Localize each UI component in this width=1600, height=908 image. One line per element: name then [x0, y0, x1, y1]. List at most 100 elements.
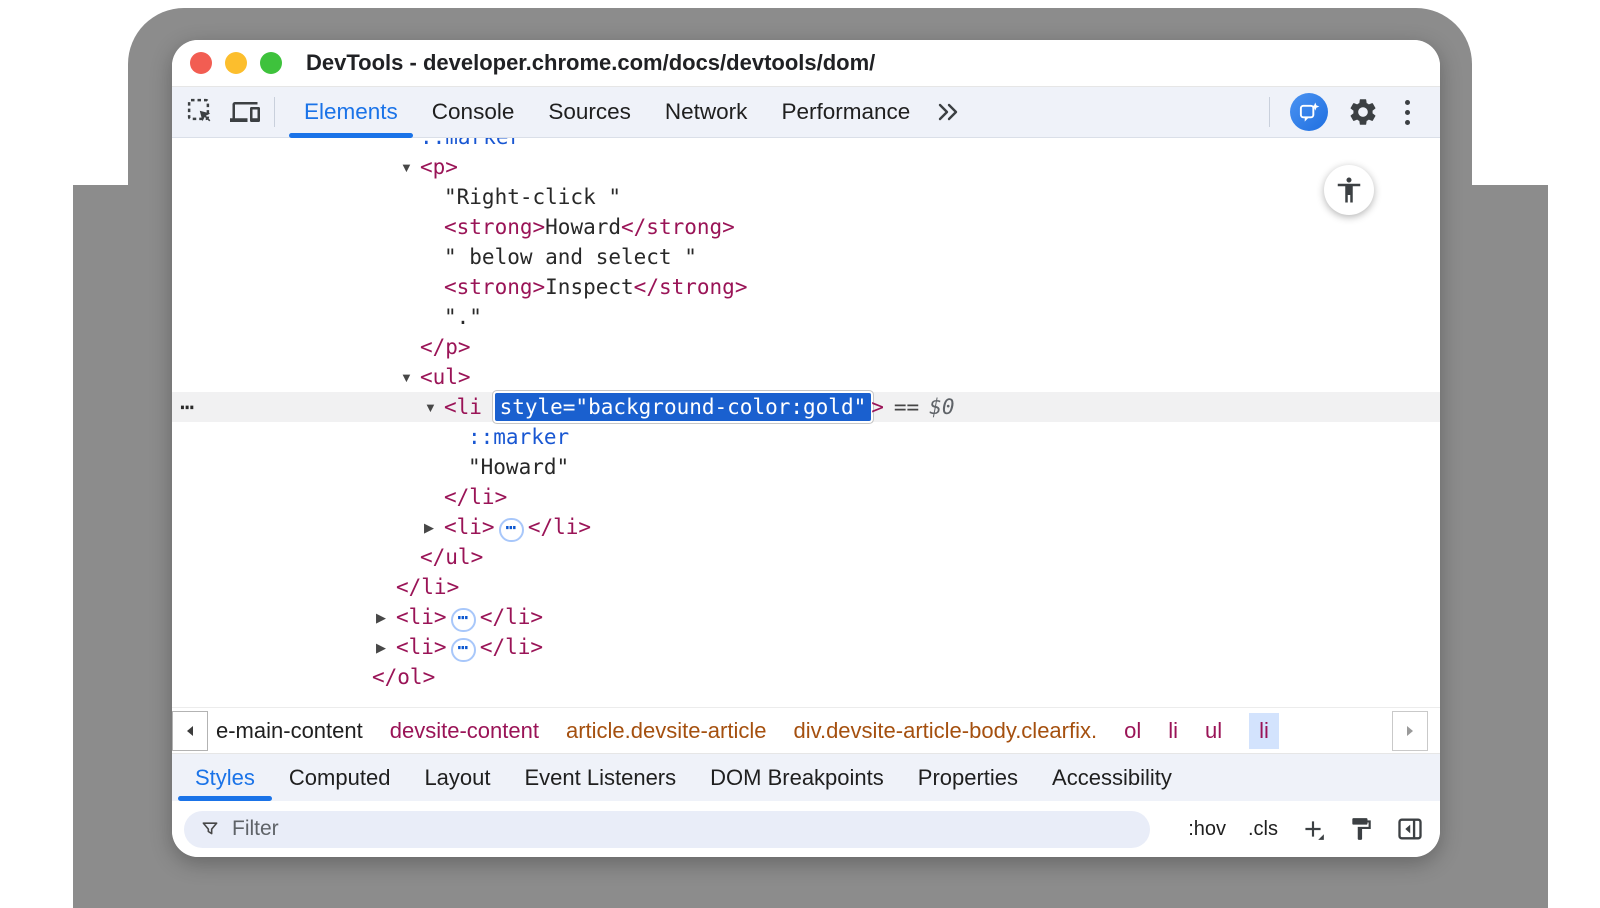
tree-row[interactable]: "Howard" [172, 452, 1440, 482]
toggle-sidebar-button[interactable] [1396, 815, 1424, 843]
tag-token: > [871, 395, 884, 419]
text-node: "Right-click " [444, 185, 621, 209]
sidebar-tab-layout[interactable]: Layout [407, 754, 507, 801]
sidebar-tab-dom-breakpoints[interactable]: DOM Breakpoints [693, 754, 901, 801]
text-node: Howard [545, 215, 621, 239]
device-toolbar-icon[interactable] [228, 95, 262, 129]
tree-row[interactable]: ▶<li>⋯</li> [172, 602, 1440, 632]
dom-tree: ::marker▼<p>"Right-click "<strong>Howard… [172, 138, 1440, 707]
selected-attribute-editor[interactable]: style="background-color:gold" [495, 393, 872, 421]
inspect-element-icon[interactable] [184, 95, 218, 129]
twisty-expanded-icon[interactable]: ▼ [400, 153, 420, 183]
sidebar-tab-computed[interactable]: Computed [272, 754, 408, 801]
tag-token: <li> [396, 605, 447, 629]
tag-token: <li> [396, 635, 447, 659]
tab-network[interactable]: Network [648, 87, 765, 137]
tag-token: </li> [444, 485, 507, 509]
ai-assistant-button[interactable] [1290, 93, 1328, 131]
expand-children-button[interactable]: ⋯ [451, 638, 476, 662]
more-options-kebab-icon[interactable] [1398, 100, 1416, 125]
console-reference: $0 [929, 395, 954, 419]
tree-row[interactable]: </li> [172, 482, 1440, 512]
twisty-collapsed-icon[interactable]: ▶ [424, 513, 444, 543]
tab-performance[interactable]: Performance [764, 87, 927, 137]
tree-row[interactable]: </p> [172, 332, 1440, 362]
toolbar-divider [1269, 97, 1270, 127]
new-style-rule-button[interactable] [1300, 816, 1326, 842]
tree-row[interactable]: ⋯▼<li style="background-color:gold">==$0 [172, 392, 1440, 422]
twisty-collapsed-icon[interactable]: ▶ [376, 603, 396, 633]
tree-row[interactable]: ::marker [172, 422, 1440, 452]
tree-row[interactable]: </ul> [172, 542, 1440, 572]
tree-row[interactable]: ▶<li>⋯</li> [172, 632, 1440, 662]
tree-row[interactable]: <strong>Inspect</strong> [172, 272, 1440, 302]
breadcrumb: e-main-content devsite-content article.dev… [172, 707, 1440, 753]
breadcrumb-item-div-devsite-article-body-clearfix[interactable]: div.devsite-article-body.clearfix. [793, 718, 1097, 744]
tree-row[interactable]: ::marker [172, 138, 1440, 152]
tag-token: </ul> [420, 545, 483, 569]
pseudo-element-token: ::marker [420, 138, 521, 149]
accessibility-fab[interactable] [1324, 165, 1374, 215]
tag-token: <li> [444, 515, 495, 539]
breadcrumb-item-ul[interactable]: ul [1205, 718, 1222, 744]
tree-row[interactable]: <strong>Howard</strong> [172, 212, 1440, 242]
sidebar-tab-accessibility[interactable]: Accessibility [1035, 754, 1189, 801]
zoom-button[interactable] [260, 52, 282, 74]
tree-row[interactable]: "." [172, 302, 1440, 332]
tag-token: <ul> [420, 365, 471, 389]
chevron-left-icon [183, 724, 197, 738]
minimize-button[interactable] [225, 52, 247, 74]
tree-row[interactable]: ▼<ul> [172, 362, 1440, 392]
rendering-emulation-button[interactable] [1348, 816, 1374, 842]
devtools-window: DevTools - developer.chrome.com/docs/dev… [172, 40, 1440, 857]
tag-token: </li> [480, 635, 543, 659]
tree-row[interactable]: ▼<p> [172, 152, 1440, 182]
tag-token: <strong> [444, 215, 545, 239]
filter-funnel-icon [200, 819, 220, 839]
element-classes-button[interactable]: .cls [1248, 818, 1278, 841]
breadcrumb-scroll-left-button[interactable] [172, 711, 208, 751]
expand-children-button[interactable]: ⋯ [499, 518, 524, 542]
sidebar-tab-styles[interactable]: Styles [178, 754, 272, 801]
breadcrumb-scroll-right-button[interactable] [1392, 711, 1428, 751]
sidebar-tab-properties[interactable]: Properties [901, 754, 1035, 801]
tree-row[interactable]: </li> [172, 572, 1440, 602]
chevron-right-icon [1403, 724, 1417, 738]
tree-row[interactable]: </ol> [172, 662, 1440, 692]
twisty-expanded-icon[interactable]: ▼ [424, 393, 444, 423]
row-actions-dots[interactable]: ⋯ [180, 392, 192, 422]
tab-elements[interactable]: Elements [287, 87, 415, 137]
breadcrumb-item-article-devsite-article[interactable]: article.devsite-article [566, 718, 767, 744]
title-bar: DevTools - developer.chrome.com/docs/dev… [172, 40, 1440, 87]
tree-row[interactable]: "Right-click " [172, 182, 1440, 212]
tag-token: </ol> [372, 665, 435, 689]
sidebar-tab-event-listeners[interactable]: Event Listeners [508, 754, 694, 801]
filter-input-pill[interactable] [184, 811, 1150, 848]
text-node: " below and select " [444, 245, 697, 269]
tag-token: </li> [396, 575, 459, 599]
tab-sources[interactable]: Sources [531, 87, 648, 137]
window-title: DevTools - developer.chrome.com/docs/dev… [306, 50, 875, 76]
toolbar-divider [274, 97, 275, 127]
breadcrumb-item-devsite-content[interactable]: devsite-content [390, 718, 539, 744]
tab-console[interactable]: Console [415, 87, 532, 137]
styles-filter-bar: :hov .cls [172, 801, 1440, 857]
breadcrumb-item-e-main-content[interactable]: e-main-content [216, 718, 363, 744]
toggle-element-state-button[interactable]: :hov [1188, 818, 1226, 841]
window-controls [190, 52, 282, 74]
breadcrumb-item-li[interactable]: li [1249, 713, 1279, 749]
more-tabs-icon[interactable] [931, 95, 965, 129]
twisty-collapsed-icon[interactable]: ▶ [376, 633, 396, 663]
twisty-expanded-icon[interactable]: ▼ [400, 363, 420, 393]
filter-input[interactable] [230, 816, 1134, 842]
tree-row[interactable]: " below and select " [172, 242, 1440, 272]
tag-token: </p> [420, 335, 471, 359]
tag-token: </strong> [621, 215, 735, 239]
breadcrumb-item-ol[interactable]: ol [1124, 718, 1141, 744]
panel-tab-strip: ElementsConsoleSourcesNetworkPerformance [287, 87, 927, 137]
close-button[interactable] [190, 52, 212, 74]
settings-gear-icon[interactable] [1346, 95, 1380, 129]
tree-row[interactable]: ▶<li>⋯</li> [172, 512, 1440, 542]
expand-children-button[interactable]: ⋯ [451, 608, 476, 632]
breadcrumb-item-li[interactable]: li [1168, 718, 1178, 744]
